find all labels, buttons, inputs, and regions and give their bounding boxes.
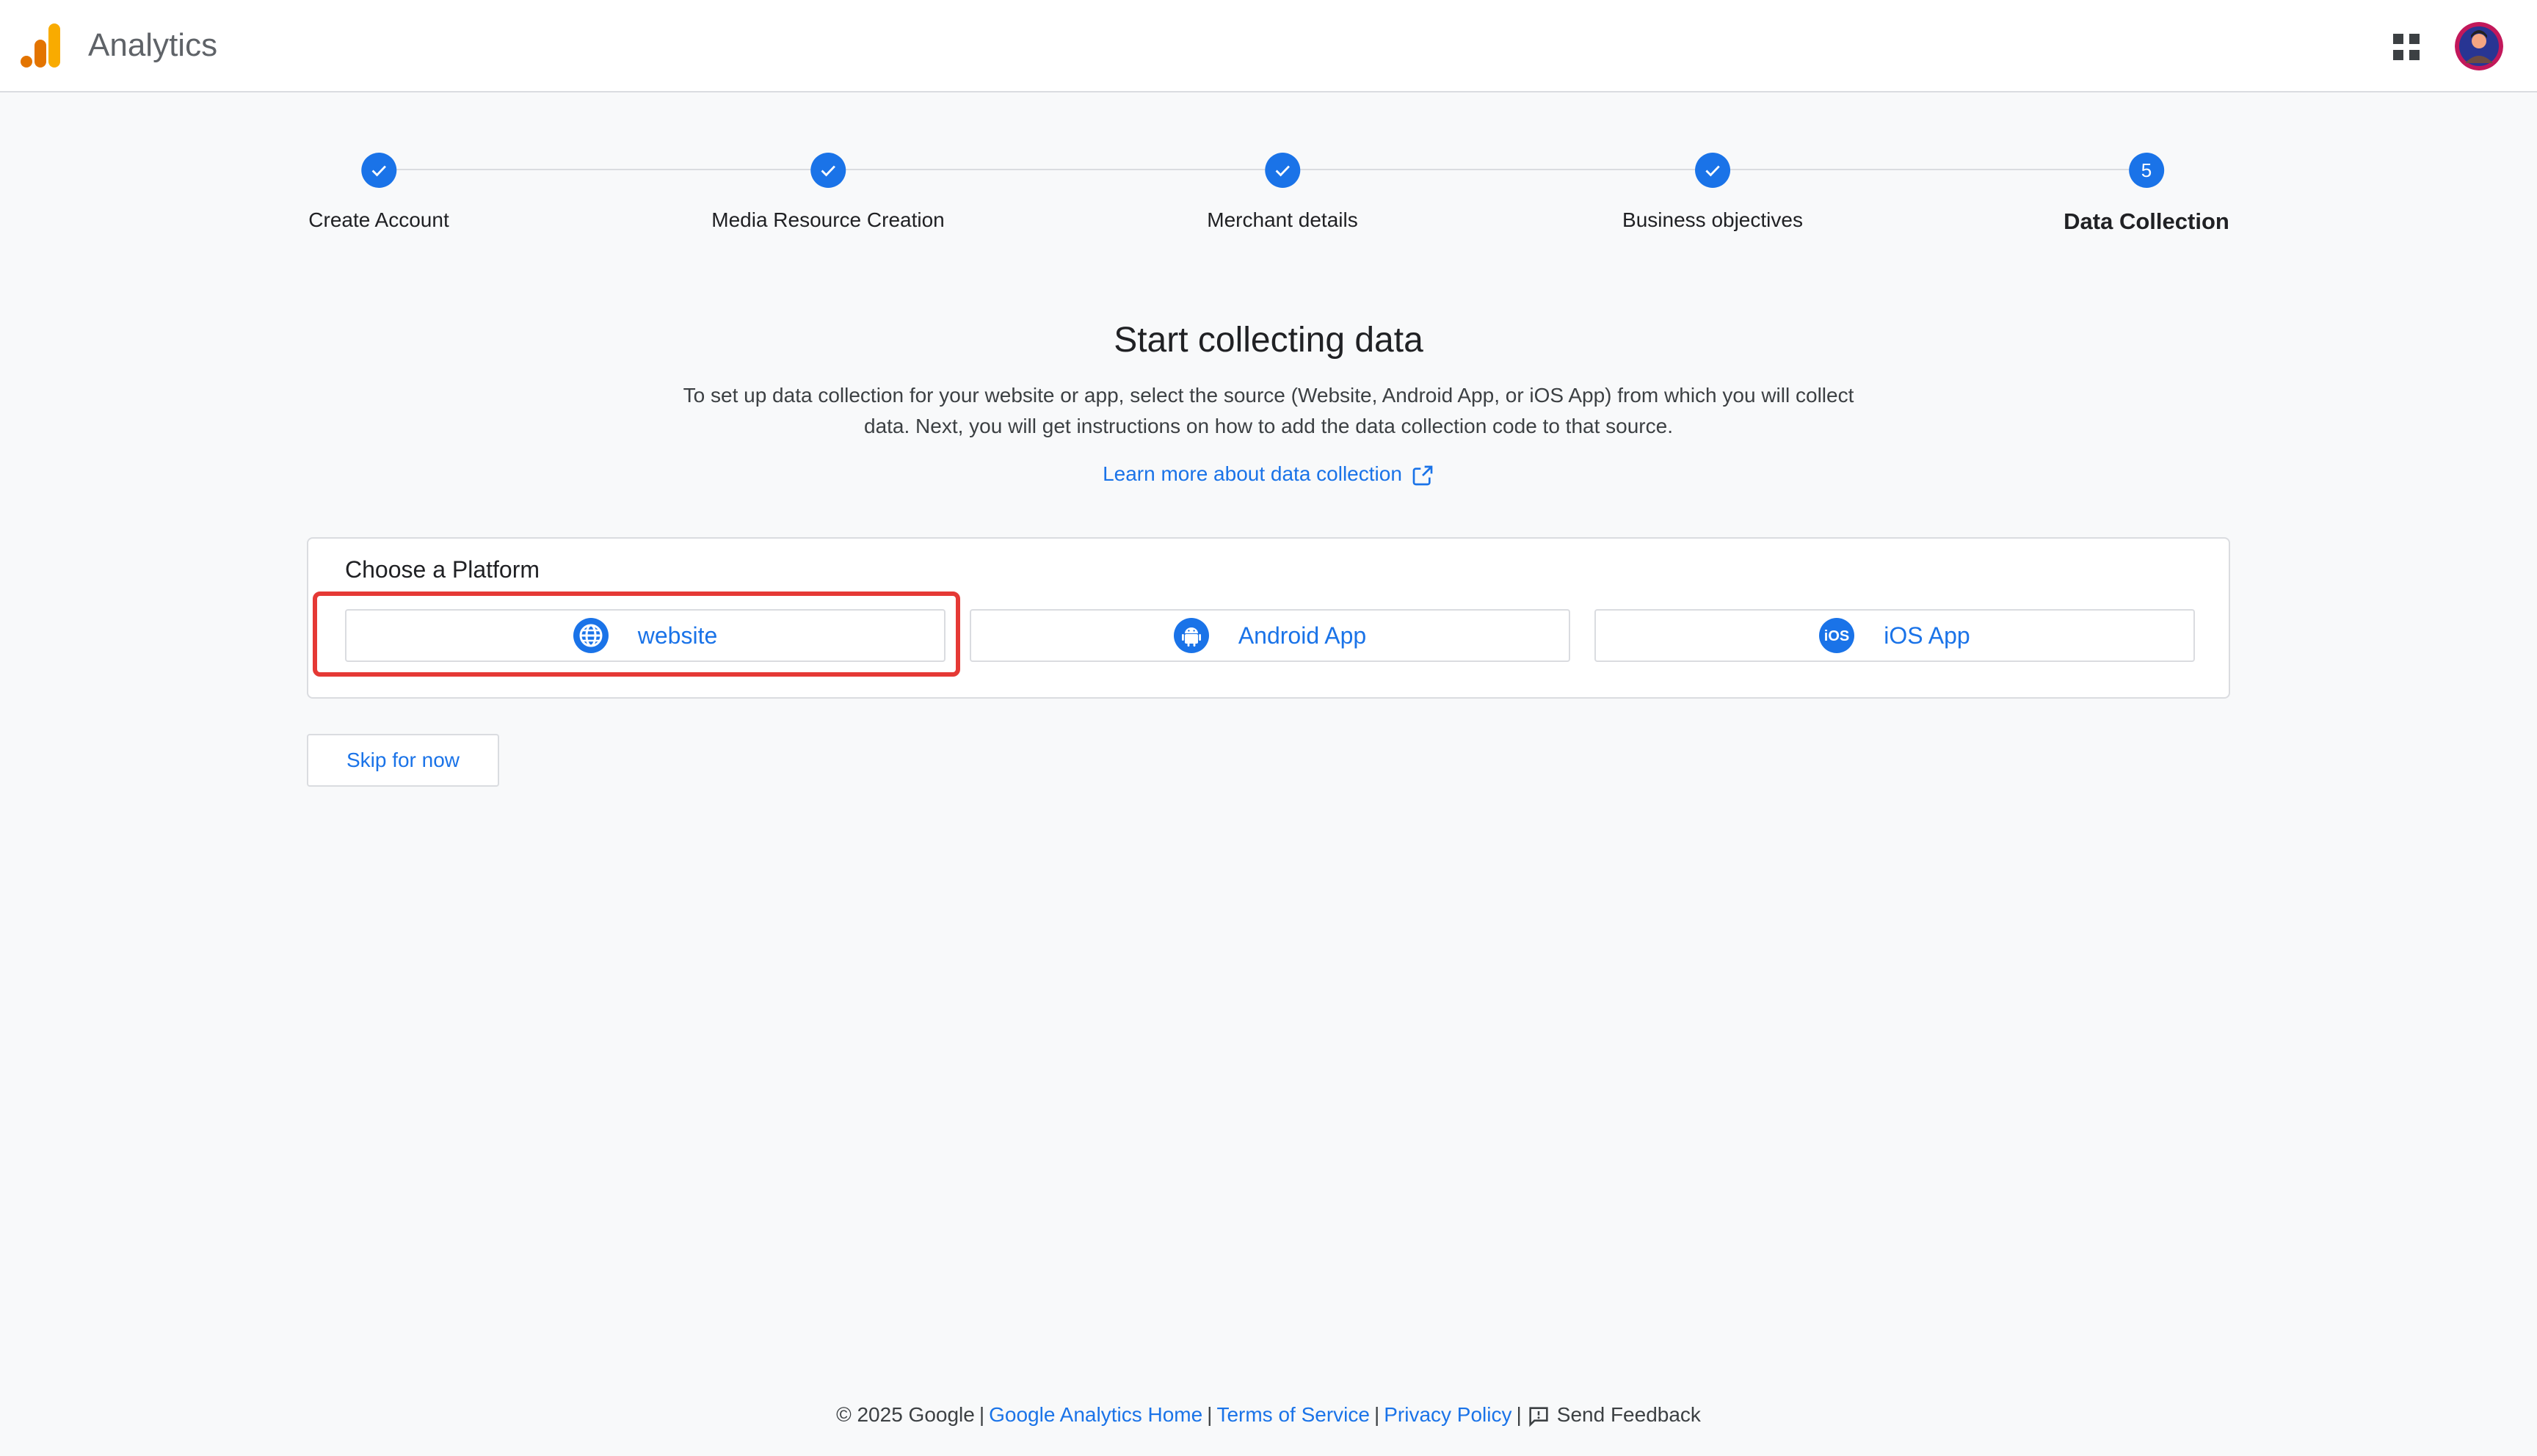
globe-icon (573, 618, 609, 653)
top-app-bar: Analytics (0, 0, 2537, 92)
footer: © 2025 Google | Google Analytics Home | Term… (0, 1403, 2537, 1429)
footer-copyright: © 2025 Google (836, 1403, 975, 1426)
step-business-objectives: Business objectives (1622, 153, 1803, 232)
ios-platform-label: iOS App (1884, 622, 1970, 649)
learn-more-link[interactable]: Learn more about data collection (1103, 462, 1434, 485)
platform-card: Choose a Platform website Android App iO… (307, 537, 2230, 699)
step-label: Create Account (308, 208, 449, 231)
app-title: Analytics (88, 27, 218, 63)
svg-text:iOS: iOS (1824, 628, 1849, 644)
ios-platform-button[interactable]: iOS iOS App (1594, 609, 2195, 662)
android-platform-button[interactable]: Android App (970, 609, 1570, 662)
learn-more-label: Learn more about data collection (1103, 462, 1402, 485)
website-platform-label: website (637, 622, 718, 649)
page-title: Start collecting data (1114, 321, 1423, 360)
footer-link-ga-home[interactable]: Google Analytics Home (989, 1403, 1202, 1426)
user-avatar[interactable] (2455, 22, 2503, 70)
ios-icon: iOS (1819, 618, 1855, 653)
footer-link-terms[interactable]: Terms of Service (1216, 1403, 1370, 1426)
feedback-icon (1529, 1407, 1548, 1427)
send-feedback-label: Send Feedback (1556, 1403, 1701, 1426)
apps-grid-icon[interactable] (2392, 32, 2421, 62)
footer-separator: | (1207, 1403, 1213, 1426)
platform-title: Choose a Platform (345, 556, 540, 583)
skip-for-now-button[interactable]: Skip for now (307, 734, 499, 787)
step-label: Media Resource Creation (711, 208, 945, 231)
setup-stepper: Create Account Media Resource Creation M… (0, 132, 2537, 250)
step-label: Business objectives (1622, 208, 1803, 231)
footer-separator: | (979, 1403, 985, 1426)
footer-link-privacy[interactable]: Privacy Policy (1384, 1403, 1511, 1426)
step-label: Data Collection (2064, 208, 2229, 234)
check-icon (360, 153, 396, 188)
step-number: 5 (2129, 153, 2164, 188)
step-label: Merchant details (1207, 208, 1358, 231)
android-platform-label: Android App (1238, 622, 1367, 649)
check-icon (1265, 153, 1300, 188)
footer-separator: | (1516, 1403, 1522, 1426)
step-merchant-details: Merchant details (1207, 153, 1358, 232)
page-description: To set up data collection for your websi… (683, 384, 1854, 437)
open-in-new-icon (1412, 465, 1433, 485)
step-create-account: Create Account (308, 153, 449, 232)
android-icon (1173, 618, 1209, 653)
learn-more-row: Learn more about data collection (0, 462, 2537, 487)
step-media-resource-creation: Media Resource Creation (711, 153, 945, 232)
avatar-image (2455, 22, 2503, 70)
footer-separator: | (1373, 1403, 1380, 1426)
check-icon (810, 153, 846, 188)
check-icon (1695, 153, 1730, 188)
analytics-logo-icon[interactable] (21, 23, 62, 68)
website-platform-button[interactable]: website (345, 609, 946, 662)
step-data-collection: 5 Data Collection (2064, 153, 2229, 235)
send-feedback-button[interactable]: Send Feedback (1526, 1403, 1701, 1427)
